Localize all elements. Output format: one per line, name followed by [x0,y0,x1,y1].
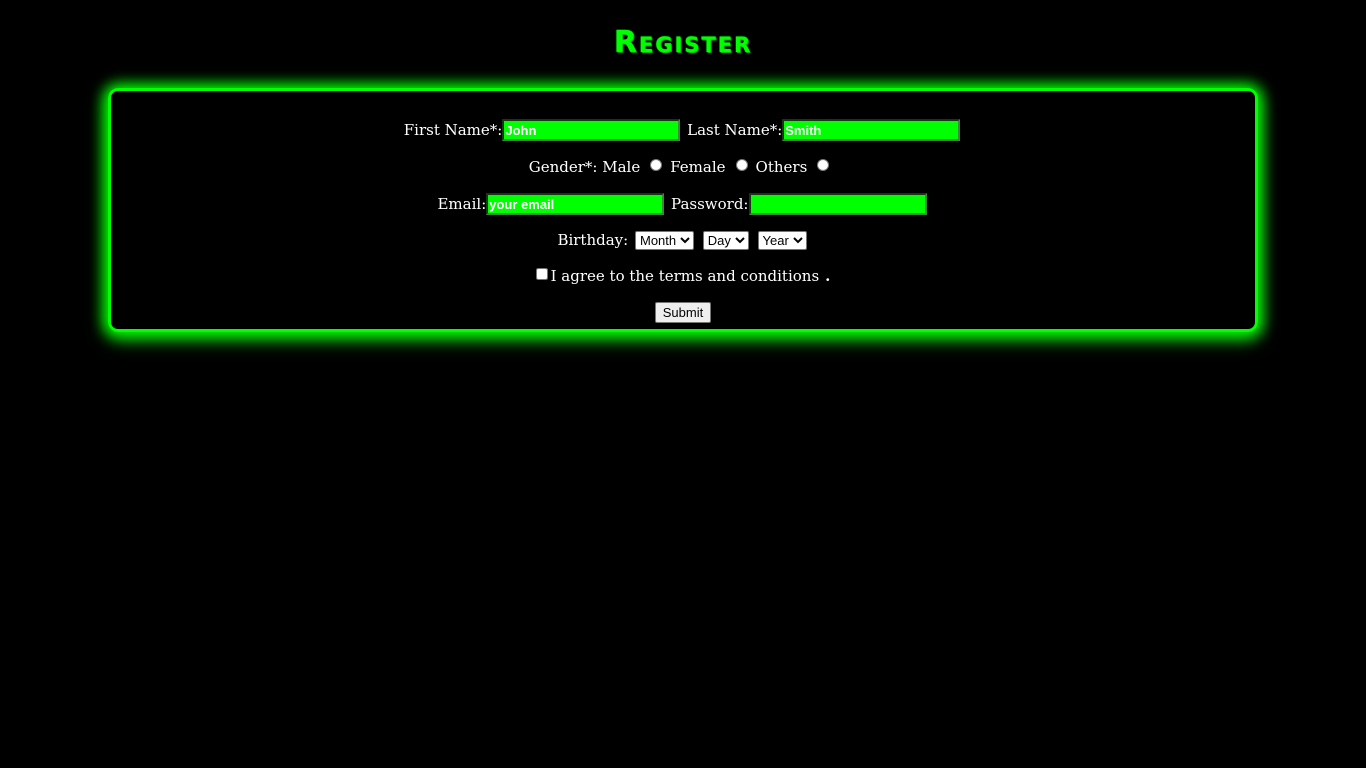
name-row: First Name*: Last Name*: [111,119,1255,141]
credentials-row: Email: Password: [111,193,1255,215]
terms-checkbox[interactable] [535,268,548,280]
birthday-row: Birthday: Month Day Year [111,229,1255,250]
gender-label: Gender*: [528,158,598,176]
password-input[interactable] [748,193,927,215]
first-name-label: First Name*: [403,121,503,139]
birthday-month-select[interactable]: Month [634,230,694,250]
last-name-label: Last Name*: [687,121,783,139]
submit-button[interactable]: Submit [654,301,712,323]
terms-period: . [825,267,831,285]
first-name-input[interactable] [502,119,681,141]
terms-label: I agree to the terms and conditions [550,267,820,285]
password-label: Password: [671,195,749,213]
page-title: Register [613,25,753,60]
gender-others-radio[interactable] [817,159,830,171]
terms-row: I agree to the terms and conditions. [111,265,1255,286]
birthday-day-select[interactable]: Day [702,230,749,250]
gender-row: Gender*: Male Female Others [111,156,1255,177]
submit-row: Submit [111,301,1255,323]
birthday-label: Birthday: [557,231,629,249]
gender-male-label: Male [602,158,641,176]
birthday-year-select[interactable]: Year [757,230,807,250]
gender-others-label: Others [755,158,808,176]
gender-male-radio[interactable] [650,159,663,171]
email-label: Email: [437,195,487,213]
register-form: First Name*: Last Name*: Gender*: Male Fe… [108,88,1258,332]
last-name-input[interactable] [782,119,961,141]
email-input[interactable] [486,193,665,215]
gender-female-radio[interactable] [735,159,748,171]
gender-female-label: Female [670,158,726,176]
